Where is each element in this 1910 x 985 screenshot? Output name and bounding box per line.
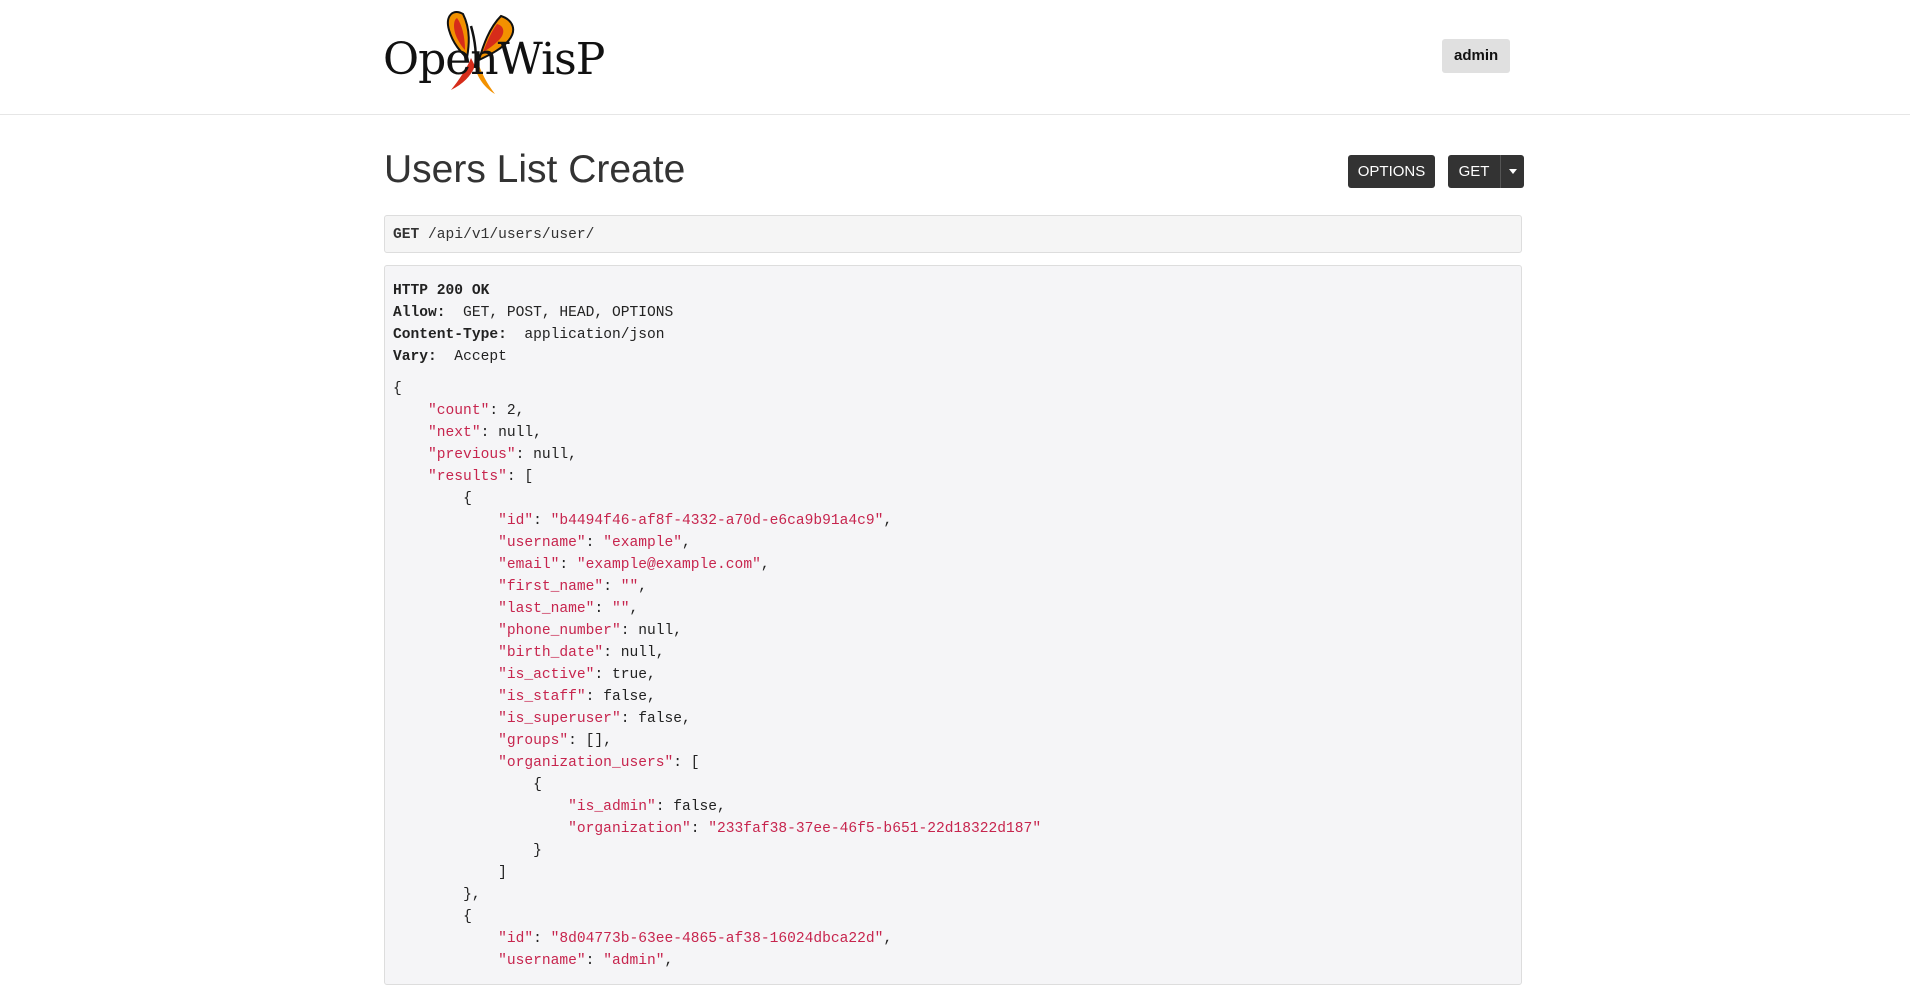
json-value: [ <box>690 755 700 771</box>
response-info: HTTP 200 OK Allow: GET, POST, HEAD, OPTI… <box>384 265 1522 985</box>
json-string-value: "example" <box>603 535 683 551</box>
json-punctuation: { <box>533 777 542 793</box>
json-line: "last_name": "", <box>498 601 639 617</box>
json-line: "organization_users": [ <box>498 755 700 771</box>
get-button[interactable]: GET <box>1448 155 1501 188</box>
format-dropdown-toggle[interactable] <box>1501 155 1524 188</box>
header-name: Content-Type: <box>393 327 507 343</box>
json-line: "id": "8d04773b-63ee-4865-af38-16024dbca… <box>498 931 893 947</box>
json-punctuation: }, <box>463 887 481 903</box>
json-value: null <box>498 425 534 441</box>
navbar: OpenWisP admin <box>0 0 1910 115</box>
json-string-value: "" <box>611 601 630 617</box>
json-punctuation: { <box>463 909 472 925</box>
json-key: "is_active" <box>498 667 595 683</box>
json-line: "id": "b4494f46-af8f-4332-a70d-e6ca9b91a… <box>498 513 893 529</box>
request-method: GET <box>393 227 420 243</box>
json-value: null <box>533 447 569 463</box>
json-line: "is_staff": false, <box>498 689 656 705</box>
json-string-value: "admin" <box>603 953 665 969</box>
json-line: }, <box>393 884 1513 906</box>
json-punctuation: ] <box>498 865 507 881</box>
json-punctuation: { <box>393 381 402 397</box>
user-menu-button[interactable]: admin <box>1442 39 1511 73</box>
header-value: GET, POST, HEAD, OPTIONS <box>445 305 674 321</box>
request-info: GET /api/v1/users/user/ <box>384 215 1522 253</box>
json-key: "next" <box>428 425 481 441</box>
response-header: Allow: GET, POST, HEAD, OPTIONS <box>393 302 1513 324</box>
json-value: false <box>673 799 718 815</box>
caret-down-icon <box>1508 169 1517 174</box>
json-value: null <box>620 645 656 661</box>
header-value: Accept <box>436 349 507 365</box>
json-line: "username": "example", <box>498 535 691 551</box>
json-key: "organization_users" <box>498 755 674 771</box>
json-key: "first_name" <box>498 579 604 595</box>
json-line: "next": null, <box>428 425 542 441</box>
json-value: false <box>603 689 647 705</box>
json-line: } <box>393 840 1513 862</box>
json-line: "username": "admin", <box>498 953 674 969</box>
json-line: "organization": "233faf38-37ee-46f5-b651… <box>568 821 1042 837</box>
json-line: "first_name": "", <box>498 579 647 595</box>
json-line: { <box>393 906 1513 928</box>
json-key: "birth_date" <box>498 645 604 661</box>
page-title: Users List Create <box>384 148 686 191</box>
openwisp-logo[interactable]: OpenWisP <box>383 6 605 102</box>
json-key: "count" <box>428 403 490 419</box>
json-punctuation: } <box>533 843 542 859</box>
json-key: "results" <box>428 469 507 485</box>
request-path: /api/v1/users/user/ <box>428 227 595 243</box>
header-value: application/json <box>506 327 665 343</box>
json-key: "username" <box>498 953 586 969</box>
response-header: Content-Type: application/json <box>393 324 1513 346</box>
json-key: "id" <box>498 931 534 947</box>
json-string-value: "8d04773b-63ee-4865-af38-16024dbca22d" <box>550 931 884 947</box>
json-key: "last_name" <box>498 601 595 617</box>
json-line: { <box>393 488 1513 510</box>
json-punctuation: { <box>463 491 472 507</box>
json-key: "is_admin" <box>568 799 656 815</box>
json-string-value: "" <box>620 579 639 595</box>
json-line: "previous": null, <box>428 447 577 463</box>
json-string-value: "233faf38-37ee-46f5-b651-22d18322d187" <box>708 821 1042 837</box>
json-line: "groups": [], <box>498 733 612 749</box>
header-name: Vary: <box>393 349 437 365</box>
logo-text: OpenWisP <box>383 34 605 85</box>
json-value: 2 <box>506 403 516 419</box>
json-key: "previous" <box>428 447 516 463</box>
json-value: null <box>638 623 674 639</box>
json-key: "username" <box>498 535 586 551</box>
json-line: "is_admin": false, <box>568 799 726 815</box>
json-value: [] <box>585 733 604 749</box>
json-line: "email": "example@example.com", <box>498 557 770 573</box>
json-key: "is_staff" <box>498 689 586 705</box>
json-line: "results": [ <box>428 469 534 485</box>
json-string-value: "b4494f46-af8f-4332-a70d-e6ca9b91a4c9" <box>550 513 884 529</box>
json-key: "email" <box>498 557 560 573</box>
json-line: "is_superuser": false, <box>498 711 691 727</box>
json-line: { <box>393 378 1513 400</box>
json-line: ] <box>393 862 1513 884</box>
options-button[interactable]: OPTIONS <box>1348 155 1435 188</box>
json-line: "count": 2, <box>428 403 525 419</box>
json-line: "is_active": true, <box>498 667 656 683</box>
response-header: Vary: Accept <box>393 346 1513 368</box>
json-key: "groups" <box>498 733 569 749</box>
json-line: "birth_date": null, <box>498 645 665 661</box>
json-key: "phone_number" <box>498 623 621 639</box>
json-key: "organization" <box>568 821 691 837</box>
json-line: { <box>393 774 1513 796</box>
json-value: true <box>611 667 647 683</box>
response-status: HTTP 200 OK <box>393 283 490 299</box>
json-string-value: "example@example.com" <box>576 557 761 573</box>
json-value: false <box>638 711 683 727</box>
response-body: { "count": 2, "next": null, "previous": … <box>393 378 1513 972</box>
json-key: "is_superuser" <box>498 711 621 727</box>
json-value: [ <box>524 469 534 485</box>
json-line: "phone_number": null, <box>498 623 683 639</box>
json-key: "id" <box>498 513 534 529</box>
header-name: Allow: <box>393 305 446 321</box>
get-button-group: GET <box>1448 155 1524 188</box>
